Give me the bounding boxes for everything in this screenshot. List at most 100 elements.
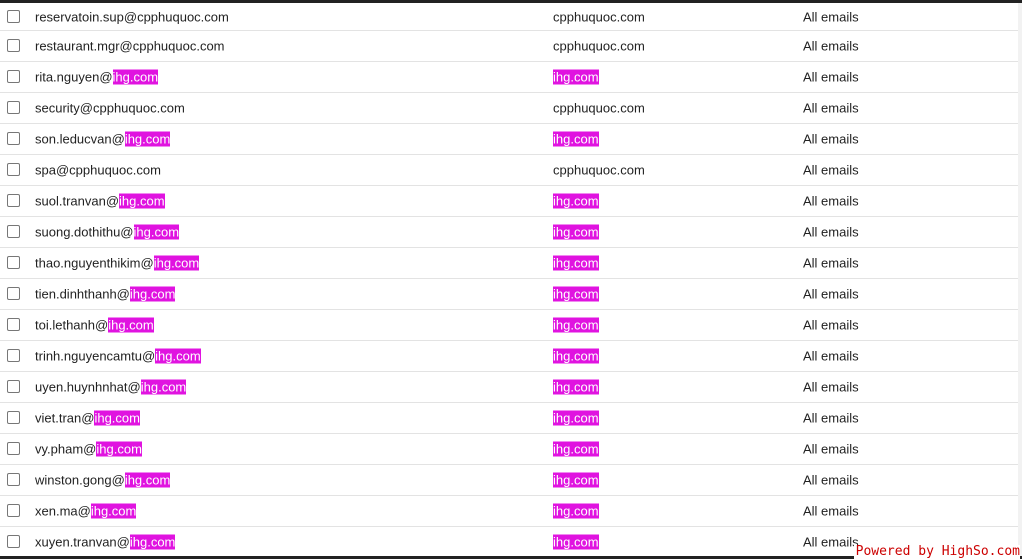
domain-cell: ihg.com [553, 348, 599, 364]
scope-cell: All emails [803, 224, 859, 240]
email-local-part: son.leducvan@ [35, 131, 125, 147]
row-checkbox[interactable] [7, 287, 20, 300]
email-address: xen.ma@ihg.com [35, 503, 137, 519]
domain-text: cpphuquoc.com [553, 9, 645, 24]
row-checkbox[interactable] [7, 163, 20, 176]
row-checkbox[interactable] [7, 256, 20, 269]
row-checkbox[interactable] [7, 349, 20, 362]
row-checkbox[interactable] [7, 504, 20, 517]
email-address: suol.tranvan@ihg.com [35, 193, 165, 209]
email-local-part: tien.dinhthanh@ [35, 286, 130, 302]
email-domain-highlight: ihg.com [129, 286, 176, 302]
domain-text: ihg.com [553, 224, 599, 240]
email-domain-highlight: ihg.com [129, 534, 176, 550]
email-local-part: trinh.nguyencamtu@ [35, 348, 156, 364]
table-row[interactable]: viet.tran@ihg.com ihg.com All emails [0, 403, 1018, 434]
row-checkbox[interactable] [7, 70, 20, 83]
row-checkbox[interactable] [7, 9, 20, 23]
email-address: restaurant.mgr@cpphuquoc.com [35, 39, 225, 54]
email-local-part: rita.nguyen@ [35, 69, 113, 85]
table-row[interactable]: spa@cpphuquoc.com cpphuquoc.com All emails [0, 155, 1018, 186]
email-address: suong.dothithu@ihg.com [35, 224, 180, 240]
domain-text: ihg.com [553, 472, 599, 488]
scope-cell: All emails [803, 193, 859, 209]
email-address: security@cpphuquoc.com [35, 101, 185, 116]
table-row[interactable]: rita.nguyen@ihg.com ihg.com All emails [0, 62, 1018, 93]
powered-by-label: Powered by HighSo.com [853, 544, 1020, 559]
row-checkbox[interactable] [7, 225, 20, 238]
scope-cell: All emails [803, 472, 859, 488]
email-address: uyen.huynhnhat@ihg.com [35, 379, 187, 395]
scope-cell: All emails [803, 410, 859, 426]
email-local-part: xen.ma@ [35, 503, 91, 519]
scope-cell: All emails [803, 348, 859, 364]
domain-text: ihg.com [553, 441, 599, 457]
scope-cell: All emails [803, 534, 859, 550]
row-checkbox[interactable] [7, 132, 20, 145]
domain-text: ihg.com [553, 410, 599, 426]
scope-cell: All emails [803, 286, 859, 302]
email-address: son.leducvan@ihg.com [35, 131, 171, 147]
table-row[interactable]: trinh.nguyencamtu@ihg.com ihg.com All emai… [0, 341, 1018, 372]
email-address: vy.pham@ihg.com [35, 441, 142, 457]
table-row[interactable]: suong.dothithu@ihg.com ihg.com All emails [0, 217, 1018, 248]
scope-cell: All emails [803, 503, 859, 519]
email-local-part: restaurant.mgr@cpphuquoc.com [35, 38, 225, 54]
email-domain-highlight: ihg.com [140, 379, 187, 395]
domain-text: ihg.com [553, 193, 599, 209]
table-row[interactable]: tien.dinhthanh@ihg.com ihg.com All emails [0, 279, 1018, 310]
email-local-part: winston.gong@ [35, 472, 125, 488]
scope-cell: All emails [803, 69, 859, 85]
domain-text: cpphuquoc.com [553, 100, 645, 116]
row-checkbox[interactable] [7, 535, 20, 548]
table-row[interactable]: son.leducvan@ihg.com ihg.com All emails [0, 124, 1018, 155]
email-domain-highlight: ihg.com [133, 224, 180, 240]
row-checkbox[interactable] [7, 473, 20, 486]
email-local-part: uyen.huynhnhat@ [35, 379, 141, 395]
scope-cell: All emails [803, 441, 859, 457]
table-row[interactable]: reservatoin.sup@cpphuquoc.com cpphuquoc.c… [0, 3, 1018, 31]
table-row[interactable]: winston.gong@ihg.com ihg.com All emails [0, 465, 1018, 496]
row-checkbox[interactable] [7, 101, 20, 114]
scrollbar-track[interactable] [1018, 3, 1022, 559]
email-domain-highlight: ihg.com [108, 317, 154, 333]
table-row[interactable]: security@cpphuquoc.com cpphuquoc.com All e… [0, 93, 1018, 124]
row-checkbox[interactable] [7, 194, 20, 207]
domain-cell: ihg.com [553, 534, 599, 550]
domain-text: cpphuquoc.com [553, 38, 645, 54]
scope-cell: All emails [803, 100, 859, 116]
domain-text: ihg.com [553, 534, 599, 550]
row-checkbox[interactable] [7, 442, 20, 455]
scope-cell: All emails [803, 255, 859, 271]
email-address: trinh.nguyencamtu@ihg.com [35, 348, 201, 364]
table-row[interactable]: thao.nguyenthikim@ihg.com ihg.com All emai… [0, 248, 1018, 279]
row-checkbox[interactable] [7, 318, 20, 331]
email-local-part: suong.dothithu@ [35, 224, 134, 240]
table-row[interactable]: vy.pham@ihg.com ihg.com All emails [0, 434, 1018, 465]
domain-cell: ihg.com [553, 317, 599, 333]
email-address: rita.nguyen@ihg.com [35, 69, 159, 85]
email-list-view: reservatoin.sup@cpphuquoc.com cpphuquoc.c… [0, 0, 1022, 559]
email-domain-highlight: ihg.com [112, 69, 159, 85]
domain-cell: cpphuquoc.com [553, 163, 645, 178]
table-row[interactable]: restaurant.mgr@cpphuquoc.com cpphuquoc.co… [0, 31, 1018, 62]
domain-cell: cpphuquoc.com [553, 9, 645, 24]
row-checkbox[interactable] [7, 39, 20, 52]
email-address: winston.gong@ihg.com [35, 472, 171, 488]
email-address: toi.lethanh@ihg.com [35, 317, 154, 333]
domain-cell: ihg.com [553, 193, 599, 209]
domain-cell: ihg.com [553, 410, 599, 426]
domain-cell: ihg.com [553, 472, 599, 488]
email-domain-highlight: ihg.com [90, 503, 137, 519]
row-checkbox[interactable] [7, 411, 20, 424]
table-row[interactable]: toi.lethanh@ihg.com ihg.com All emails [0, 310, 1018, 341]
table-row[interactable]: uyen.huynhnhat@ihg.com ihg.com All emails [0, 372, 1018, 403]
email-local-part: viet.tran@ [35, 410, 95, 426]
email-local-part: toi.lethanh@ [35, 317, 109, 333]
email-address: xuyen.tranvan@ihg.com [35, 534, 176, 550]
table-row[interactable]: suol.tranvan@ihg.com ihg.com All emails [0, 186, 1018, 217]
domain-cell: ihg.com [553, 379, 599, 395]
email-domain-highlight: ihg.com [94, 410, 140, 426]
table-row[interactable]: xen.ma@ihg.com ihg.com All emails [0, 496, 1018, 527]
row-checkbox[interactable] [7, 380, 20, 393]
